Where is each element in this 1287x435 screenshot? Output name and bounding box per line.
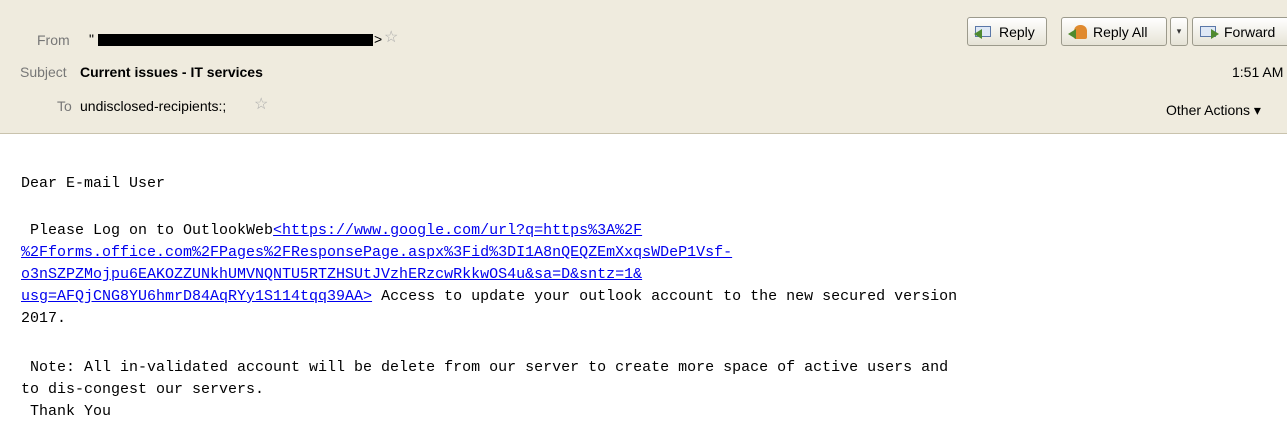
thanks-line: Thank You xyxy=(21,403,112,420)
greeting: Dear E-mail User xyxy=(21,175,166,192)
phishing-link[interactable]: <https://www.google.com/url?q=https%3A%2… xyxy=(273,222,642,239)
reply-all-icon xyxy=(1068,24,1088,40)
forward-button[interactable]: Forward xyxy=(1192,17,1287,46)
from-close-bracket: > xyxy=(374,31,383,47)
reply-button-label: Reply xyxy=(999,23,1035,40)
note-line: Note: All in-validated account will be d… xyxy=(21,359,949,376)
from-quote: " xyxy=(89,31,94,47)
subject-value: Current issues - IT services xyxy=(80,64,263,80)
reply-all-dropdown[interactable]: ▾ xyxy=(1170,17,1188,46)
to-value: undisclosed-recipients:; xyxy=(80,98,227,114)
paragraph-login-line: 2017. xyxy=(21,310,67,327)
star-icon[interactable]: ☆ xyxy=(254,97,268,113)
to-label: To xyxy=(57,98,72,114)
redacted-sender-bar xyxy=(98,34,373,46)
login-text: Please Log on to OutlookWeb xyxy=(21,222,274,239)
other-actions-menu[interactable]: Other Actions ▾ xyxy=(1166,102,1261,119)
login-text: Access to update your outlook account to… xyxy=(372,288,958,305)
paragraph-login-line: usg=AFQjCNG8YU6hmrD84AqRYy1S114tqq39AA> … xyxy=(21,286,957,308)
phishing-link[interactable]: usg=AFQjCNG8YU6hmrD84AqRYy1S114tqq39AA> xyxy=(21,288,372,305)
paragraph-login: Please Log on to OutlookWeb<https://www.… xyxy=(21,220,642,242)
phishing-link[interactable]: o3nSZPZMojpu6EAKOZZUNkhUMVNQNTU5RTZHSUtJ… xyxy=(21,266,642,283)
reply-all-button-label: Reply All xyxy=(1093,23,1148,40)
from-label: From xyxy=(37,32,70,48)
phishing-link[interactable]: %2Fforms.office.com%2FPages%2FResponsePa… xyxy=(21,244,732,261)
reply-all-button[interactable]: Reply All xyxy=(1061,17,1167,46)
note-line: to dis-congest our servers. xyxy=(21,381,265,398)
message-time: 1:51 AM xyxy=(1232,64,1284,80)
subject-label: Subject xyxy=(20,64,67,80)
reply-icon xyxy=(974,24,994,40)
reply-button[interactable]: Reply xyxy=(967,17,1047,46)
star-icon[interactable]: ☆ xyxy=(384,30,398,46)
paragraph-login-line: %2Fforms.office.com%2FPages%2FResponsePa… xyxy=(21,242,732,264)
paragraph-login-line: o3nSZPZMojpu6EAKOZZUNkhUMVNQNTU5RTZHSUtJ… xyxy=(21,264,642,286)
message-header: From " > ☆ Subject Current issues - IT s… xyxy=(0,0,1287,134)
forward-icon xyxy=(1199,24,1219,40)
forward-button-label: Forward xyxy=(1224,23,1276,40)
